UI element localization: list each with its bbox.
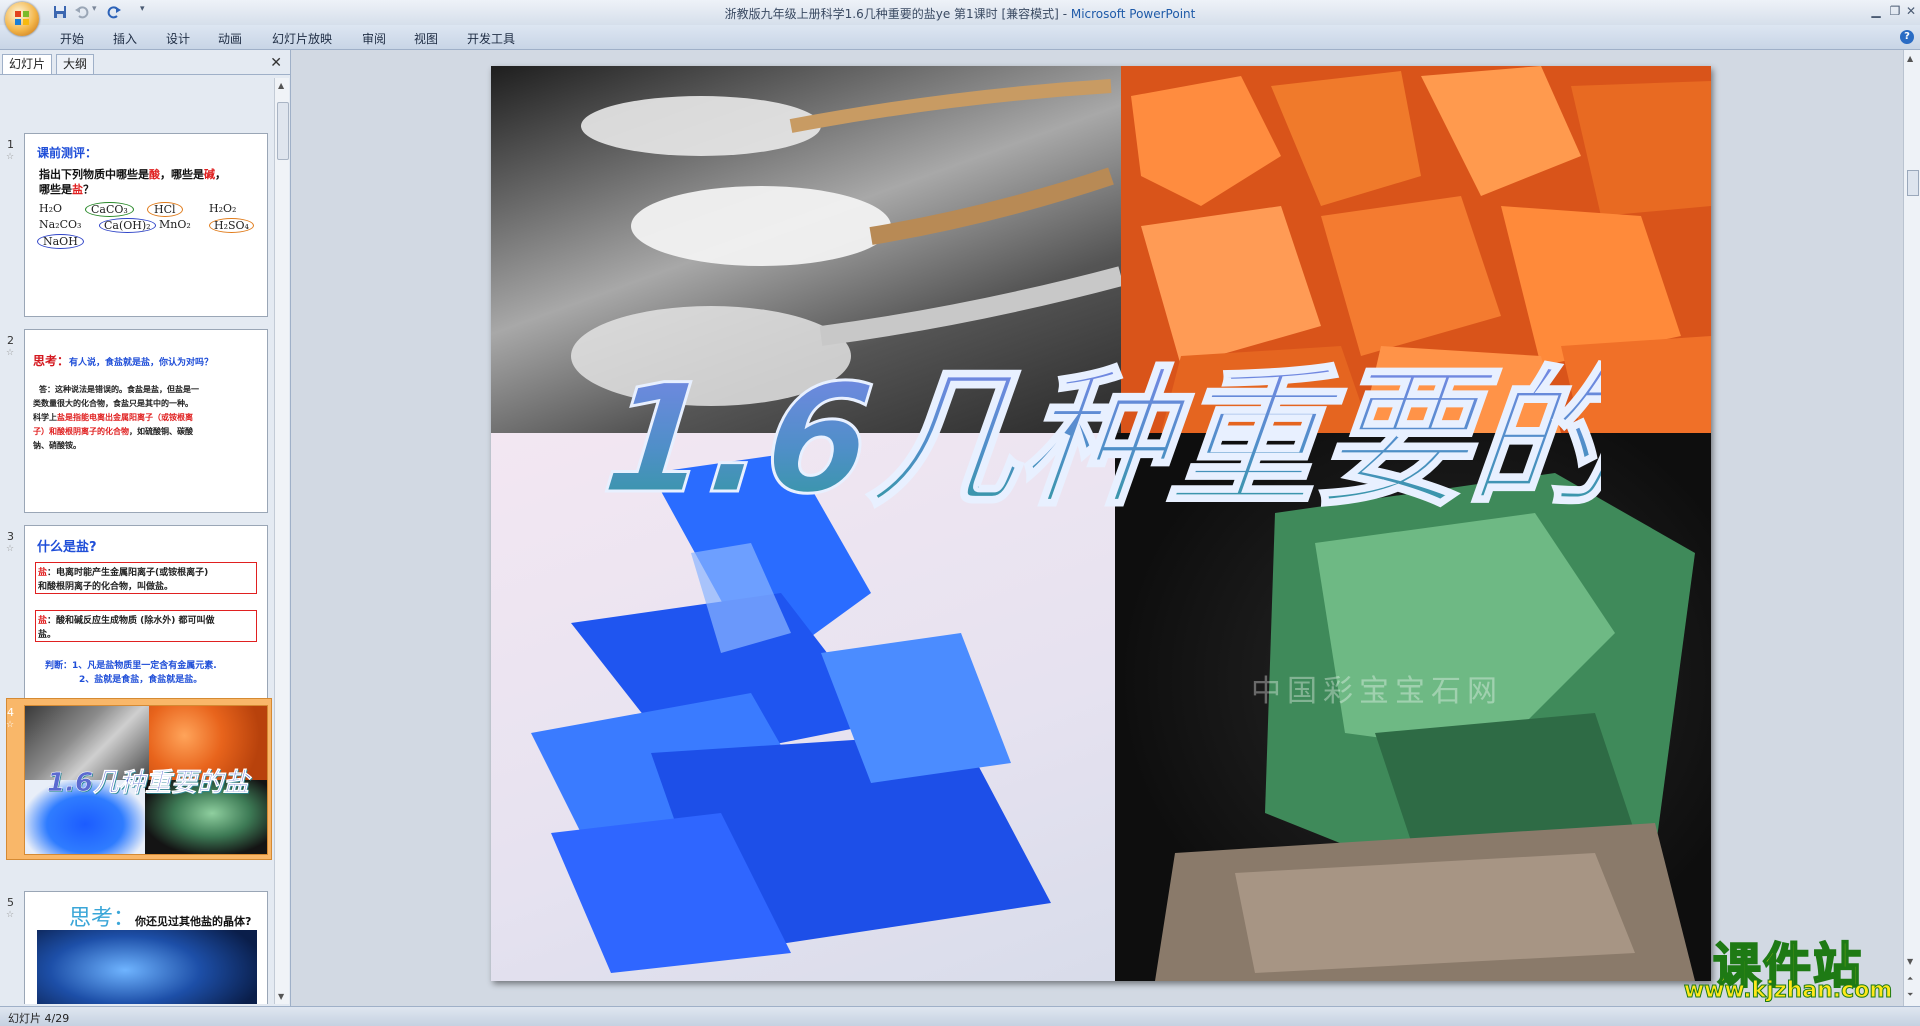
scroll-up-icon[interactable]: ▲ <box>1907 54 1913 63</box>
tab-slide-show[interactable]: 幻灯片放映 <box>272 30 332 47</box>
slide-thumbnail-5[interactable]: 思考：你还见过其他盐的晶体? <box>24 891 268 1004</box>
scroll-down-icon[interactable]: ▼ <box>1907 957 1913 966</box>
slide-thumbnail-1[interactable]: 课前测评： 指出下列物质中哪些是酸，哪些是碱， 哪些是盐？ H₂O CaCO₃ … <box>24 133 268 317</box>
animation-star-icon: ☆ <box>6 152 15 162</box>
thumb-question-line2: 哪些是盐？ <box>39 183 94 196</box>
slide-counter: 幻灯片 4/29 <box>8 1012 70 1025</box>
formula: H₂O <box>39 202 63 215</box>
logo-url: www.kjzhan.com <box>1683 978 1893 1004</box>
formula-circled: H₂SO₄ <box>209 218 254 233</box>
editor-scrollbar[interactable]: ▲ ▼ ⏶ ⏷ <box>1903 50 1920 1006</box>
ribbon-tabs: 开始 插入 设计 动画 幻灯片放映 审阅 视图 开发工具 ? <box>0 25 1920 50</box>
site-logo: 课件站 www.kjzhan.com <box>1672 926 1904 1006</box>
tab-developer[interactable]: 开发工具 <box>467 30 515 47</box>
thumb-answer-line: 类数量很大的化合物，食盐只是其中的一种。 <box>33 399 193 408</box>
animation-star-icon: ☆ <box>6 910 15 920</box>
close-icon[interactable]: ✕ <box>270 55 282 71</box>
title-bar: ▾ ▾ 浙教版九年级上册科学1.6几种重要的盐ye 第1课时 [兼容模式] - … <box>0 0 1920 36</box>
next-slide-icon[interactable]: ⏷ <box>1907 990 1913 1000</box>
tab-slides[interactable]: 幻灯片 <box>2 54 53 74</box>
slide-number: 2 <box>7 334 14 347</box>
thumb-question: 指出下列物质中哪些是酸，哪些是碱， <box>39 168 226 181</box>
document-name: 浙教版九年级上册科学1.6几种重要的盐ye 第1课时 [兼容模式] <box>724 7 1059 21</box>
thumb-answer-line: 答：这种说法是错误的。食盐是盐，但盐是一 <box>39 385 199 394</box>
watermark-text: 中国彩宝宝石网 <box>1251 674 1503 709</box>
thumb-question: 思考：你还见过其他盐的晶体? <box>69 906 252 931</box>
animation-star-icon: ☆ <box>6 720 15 730</box>
thumb-slide-title: 1.6几种重要的盐 <box>47 768 250 799</box>
slide-title-text: 1.6几种重要的盐 <box>601 352 1601 527</box>
previous-slide-icon[interactable]: ⏶ <box>1907 974 1913 984</box>
judge-line: 2、盐就是食盐，食盐就是盐。 <box>79 675 203 685</box>
slide-title[interactable]: 1.6几种重要的盐 <box>601 291 1601 611</box>
judge-line: 判断：1、凡是盐物质里一定含有金属元素. <box>45 661 217 671</box>
tab-insert[interactable]: 插入 <box>113 30 137 47</box>
tab-view[interactable]: 视图 <box>414 30 438 47</box>
office-button[interactable] <box>5 2 39 36</box>
slide-thumbnail-4[interactable]: 1.6几种重要的盐 <box>24 705 268 855</box>
tab-review[interactable]: 审阅 <box>362 30 386 47</box>
slide-number: 3 <box>7 530 14 543</box>
thumb-answer-line: 钠、硝酸铵。 <box>33 441 81 450</box>
slides-panel: 幻灯片 大纲 ✕ 1 ☆ 课前测评： 指出下列物质中哪些是酸，哪些是碱， 哪些是… <box>0 50 291 1006</box>
thumb-heading: 什么是盐? <box>37 540 97 555</box>
current-slide[interactable]: 中国彩宝宝石网 1.6几种重要的盐 <box>491 66 1711 981</box>
tab-design[interactable]: 设计 <box>166 30 190 47</box>
thumb-question: 思考：有人说，食盐就是盐，你认为对吗？ <box>33 354 214 368</box>
scroll-up-icon[interactable]: ▲ <box>278 81 284 90</box>
slide-thumbnail-3[interactable]: 什么是盐? 盐：电离时能产生金属阳离子(或铵根离子) 和酸根阴离子的化合物，叫做… <box>24 525 268 709</box>
definition-box: 盐：酸和碱反应生成物质 (除水外) 都可叫做 盐。 <box>35 610 257 642</box>
scroll-down-icon[interactable]: ▼ <box>278 992 284 1001</box>
scroll-thumb[interactable] <box>1907 170 1919 196</box>
thumb-answer-line: 科学上盐是指能电离出金属阳离子（或铵根离 <box>33 413 193 422</box>
thumb-answer-line: 子）和酸根阴离子的化合物，如硫酸铜、碳酸 <box>33 427 193 436</box>
tab-animations[interactable]: 动画 <box>218 30 242 47</box>
slide-thumbnail-2[interactable]: 思考：有人说，食盐就是盐，你认为对吗？ 答：这种说法是错误的。食盐是盐，但盐是一… <box>24 329 268 513</box>
formula-circled: CaCO₃ <box>85 202 134 217</box>
formula-circled: Ca(OH)₂ <box>99 218 156 233</box>
app-name: Microsoft PowerPoint <box>1070 7 1196 21</box>
slide-thumbnails: 1 ☆ 课前测评： 指出下列物质中哪些是酸，哪些是碱， 哪些是盐？ H₂O Ca… <box>0 78 274 1004</box>
definition-box: 盐：电离时能产生金属阳离子(或铵根离子) 和酸根阴离子的化合物，叫做盐。 <box>35 562 257 594</box>
window-title: 浙教版九年级上册科学1.6几种重要的盐ye 第1课时 [兼容模式] - Micr… <box>724 7 1196 21</box>
scroll-thumb[interactable] <box>277 102 289 160</box>
close-button[interactable]: ✕ <box>1902 3 1920 19</box>
help-icon[interactable]: ? <box>1900 30 1914 44</box>
formula: Na₂CO₃ <box>39 218 82 231</box>
slide-number: 5 <box>7 896 14 909</box>
formula: MnO₂ <box>159 218 191 231</box>
office-logo-icon <box>15 11 29 25</box>
thumb-heading: 课前测评： <box>37 146 98 160</box>
slide-number: 1 <box>7 138 14 151</box>
animation-star-icon: ☆ <box>6 544 15 554</box>
animation-star-icon: ☆ <box>6 348 15 358</box>
tab-outline[interactable]: 大纲 <box>56 54 95 74</box>
panel-tabs: 幻灯片 大纲 ✕ <box>0 54 290 75</box>
crystal-image <box>37 930 257 1004</box>
slide-number: 4 <box>7 706 14 719</box>
status-bar: 幻灯片 4/29 <box>0 1006 1920 1026</box>
formula-circled: NaOH <box>37 234 84 249</box>
panel-scrollbar[interactable]: ▲ ▼ <box>274 78 289 1004</box>
formula-circled: HCl <box>147 202 183 217</box>
formula: H₂O₂ <box>209 202 237 215</box>
tab-home[interactable]: 开始 <box>60 30 84 47</box>
minimize-button[interactable]: ▁ <box>1867 3 1885 19</box>
